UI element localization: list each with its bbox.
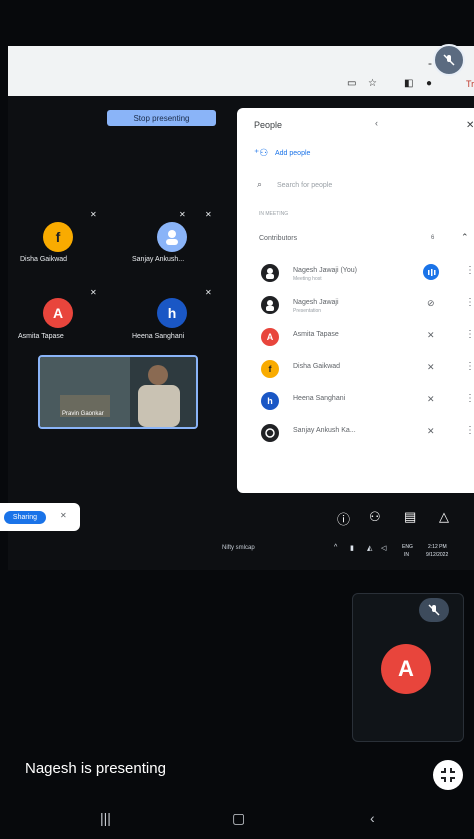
back-icon[interactable]: ‹ <box>375 118 378 128</box>
tile-name: Disha Gaikwad <box>20 256 68 263</box>
more-options-icon[interactable]: ⋮ <box>465 265 474 276</box>
self-avatar: A <box>381 644 431 694</box>
list-item[interactable]: A Asmita Tapase ✕ ⋮ <box>237 322 474 350</box>
activities-icon[interactable]: △ <box>439 509 449 525</box>
fullscreen-exit-button[interactable] <box>433 760 463 790</box>
people-icon[interactable]: ⚇ <box>369 509 381 525</box>
participant-name: Asmita Tapase <box>293 331 339 338</box>
volume-icon: ◁ <box>381 545 387 552</box>
avatar: f <box>261 360 279 378</box>
speaking-icon <box>423 264 439 280</box>
mic-off-icon: ✕ <box>427 394 435 404</box>
avatar-disha: f <box>43 222 73 252</box>
mic-off-icon: ✕ <box>427 330 435 340</box>
profile-icon[interactable]: ● <box>426 79 432 89</box>
chevron-up-icon[interactable]: ⌃ <box>461 232 469 243</box>
list-item[interactable]: Nagesh Jawaji Presentation ⊘ ⋮ <box>237 290 474 318</box>
browser-toolbar: - ▭ ☆ ◧ ● Tra <box>8 46 474 96</box>
mic-off-icon: ✕ <box>427 426 435 436</box>
star-icon[interactable]: ☆ <box>368 79 377 89</box>
more-options-icon[interactable]: ⋮ <box>465 297 474 308</box>
mic-off-icon: ✕ <box>205 210 212 219</box>
people-panel: People ‹ ✕ ⁺⚇ Add people ⌕ Search for pe… <box>237 108 474 493</box>
more-options-icon[interactable]: ⋮ <box>465 361 474 372</box>
tile-name: Heena Sanghani <box>132 333 185 340</box>
participant-name: Heena Sanghani <box>293 395 346 402</box>
cast-icon[interactable]: ▭ <box>347 79 356 89</box>
more-options-icon[interactable]: ⋮ <box>465 393 474 404</box>
avatar-sanjay <box>157 222 187 252</box>
section-label: IN MEETING <box>259 211 289 217</box>
home-icon[interactable]: ▢ <box>232 810 245 827</box>
participant-name: Nagesh Jawaji (You) <box>293 267 357 274</box>
avatar <box>261 424 279 442</box>
mic-off-icon: ✕ <box>90 210 97 219</box>
list-item[interactable]: Sanjay Ankush Ka... ✕ ⋮ <box>237 418 474 446</box>
avatar-asmita: A <box>43 298 73 328</box>
tile-name: Sanjay Ankush... <box>132 256 185 263</box>
more-options-icon[interactable]: ⋮ <box>465 329 474 340</box>
avatar: A <box>261 328 279 346</box>
present-off-icon: ⊘ <box>427 298 435 308</box>
info-icon[interactable]: ⓘ <box>337 509 350 528</box>
group-count: 6 <box>431 235 435 241</box>
chevron-up-icon[interactable]: ^ <box>334 544 337 551</box>
add-person-icon[interactable]: ⁺⚇ <box>254 148 268 159</box>
stop-presenting-button[interactable]: Stop presenting <box>107 110 216 126</box>
sharing-toggle[interactable]: Sharing ✕ <box>0 503 80 531</box>
video-tile-label: Pravin Gaonkar <box>62 411 104 417</box>
panel-title: People <box>254 120 283 130</box>
fullscreen-exit-icon <box>441 768 455 782</box>
video-tile[interactable]: Pravin Gaonkar <box>38 355 198 429</box>
clock-time: 2:12 PM <box>428 544 447 550</box>
sidebar-icon[interactable]: ◧ <box>404 79 413 89</box>
participant-name: Nagesh Jawaji <box>293 299 339 306</box>
list-item[interactable]: f Disha Gaikwad ✕ ⋮ <box>237 354 474 382</box>
close-icon[interactable]: ✕ <box>60 511 67 520</box>
back-icon[interactable]: ‹ <box>370 810 375 826</box>
participant-role: Presentation <box>293 308 322 314</box>
search-icon: ⌕ <box>257 179 263 189</box>
search-input[interactable]: Search for people <box>277 182 332 189</box>
mic-off-icon[interactable] <box>433 44 465 76</box>
language-indicator: ENG <box>402 544 413 550</box>
mic-off-icon[interactable] <box>419 598 449 622</box>
avatar: h <box>261 392 279 410</box>
participant-role: Meeting host <box>293 276 322 282</box>
mic-off-icon: ✕ <box>205 288 212 297</box>
minimize-button[interactable]: - <box>428 56 432 70</box>
presenting-status: Nagesh is presenting <box>25 760 166 777</box>
mic-off-icon: ✕ <box>90 288 97 297</box>
clock-date: 9/12/2022 <box>426 552 449 558</box>
avatar-heena: h <box>157 298 187 328</box>
recent-apps-icon[interactable]: ||| <box>100 810 111 826</box>
participant-name: Sanjay Ankush Ka... <box>293 427 356 434</box>
toggle-label: Sharing <box>4 511 46 524</box>
list-item[interactable]: Nagesh Jawaji (You) Meeting host ⋮ <box>237 258 474 286</box>
tab-text: Tra <box>466 79 474 89</box>
close-icon[interactable]: ✕ <box>466 120 474 131</box>
market-ticker: Nifty smlcap <box>222 545 255 551</box>
mic-off-icon: ✕ <box>427 362 435 372</box>
avatar <box>261 296 279 314</box>
list-item[interactable]: h Heena Sanghani ✕ ⋮ <box>237 386 474 414</box>
more-options-icon[interactable]: ⋮ <box>465 425 474 436</box>
group-label: Contributors <box>259 235 298 242</box>
avatar <box>261 264 279 282</box>
mic-off-icon: ✕ <box>179 210 186 219</box>
battery-icon: ▮ <box>350 545 354 552</box>
wifi-icon: ◭ <box>367 545 373 552</box>
region-indicator: IN <box>404 552 409 558</box>
participant-name: Disha Gaikwad <box>293 363 341 370</box>
add-people-button[interactable]: Add people <box>275 150 310 157</box>
chat-icon[interactable]: ▤ <box>404 509 416 525</box>
tile-name: Asmita Tapase <box>18 333 64 340</box>
